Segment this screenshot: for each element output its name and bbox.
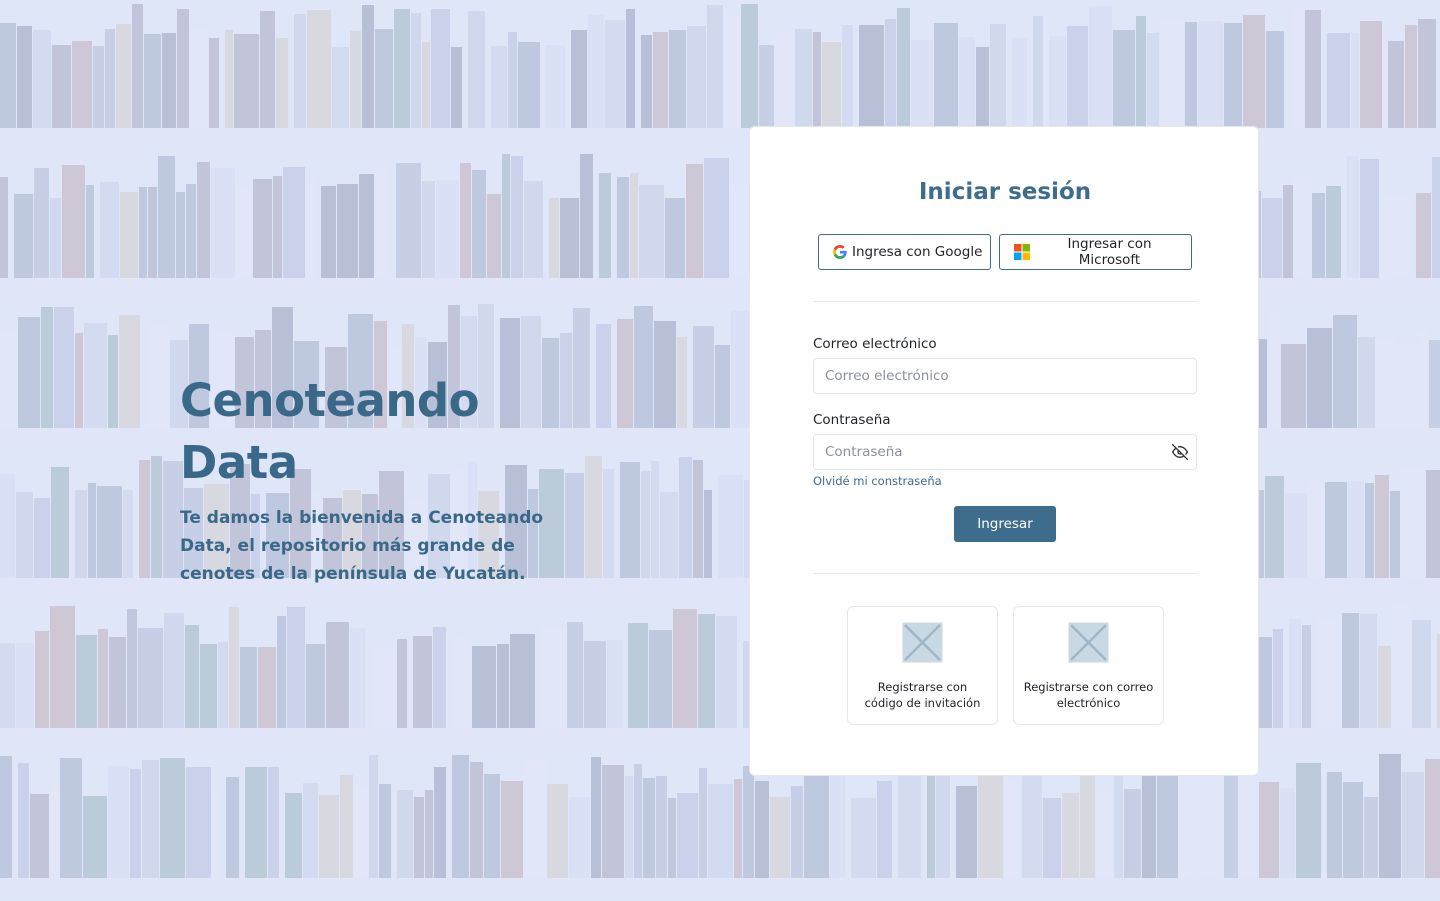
login-card: Iniciar sesión Ingresa con Google Ingres… bbox=[749, 126, 1259, 776]
google-login-label: Ingresa con Google bbox=[852, 244, 983, 260]
login-submit-button[interactable]: Ingresar bbox=[954, 506, 1056, 542]
hero-subtitle: Te damos la bienvenida a Cenoteando Data… bbox=[180, 508, 544, 584]
password-field[interactable] bbox=[813, 434, 1197, 470]
register-email-card[interactable]: Registrarse con correo electrónico bbox=[1013, 606, 1164, 725]
register-invitation-card[interactable]: Registrarse con código de invitación bbox=[847, 606, 998, 725]
microsoft-login-label: Ingresar con Microsoft bbox=[1067, 236, 1152, 268]
register-options: Registrarse con código de invitación Reg… bbox=[847, 606, 1164, 725]
email-label: Correo electrónico bbox=[813, 336, 937, 352]
hero-section: Cenoteando Data Te damos la bienvenida a… bbox=[180, 370, 600, 588]
divider-bottom bbox=[813, 573, 1197, 574]
google-logo-icon bbox=[833, 245, 847, 259]
forgot-password-link[interactable]: Olvidé mi constraseña bbox=[813, 474, 942, 488]
microsoft-logo-icon bbox=[1014, 244, 1030, 260]
hero-title: Cenoteando Data bbox=[180, 374, 480, 489]
register-invitation-label: Registrarse con código de invitación bbox=[864, 680, 981, 710]
sso-buttons: Ingresa con Google Ingresar con Microsof… bbox=[818, 234, 1192, 270]
divider-top bbox=[813, 301, 1197, 302]
login-title: Iniciar sesión bbox=[918, 179, 1092, 205]
image-placeholder-icon bbox=[1068, 622, 1109, 663]
eye-off-icon[interactable] bbox=[1172, 444, 1188, 460]
image-placeholder-icon bbox=[902, 622, 943, 663]
microsoft-login-button[interactable]: Ingresar con Microsoft bbox=[999, 234, 1192, 270]
password-label: Contraseña bbox=[813, 412, 891, 428]
email-field[interactable] bbox=[813, 358, 1197, 394]
google-login-button[interactable]: Ingresa con Google bbox=[818, 234, 991, 270]
register-email-label: Registrarse con correo electrónico bbox=[1023, 680, 1154, 710]
